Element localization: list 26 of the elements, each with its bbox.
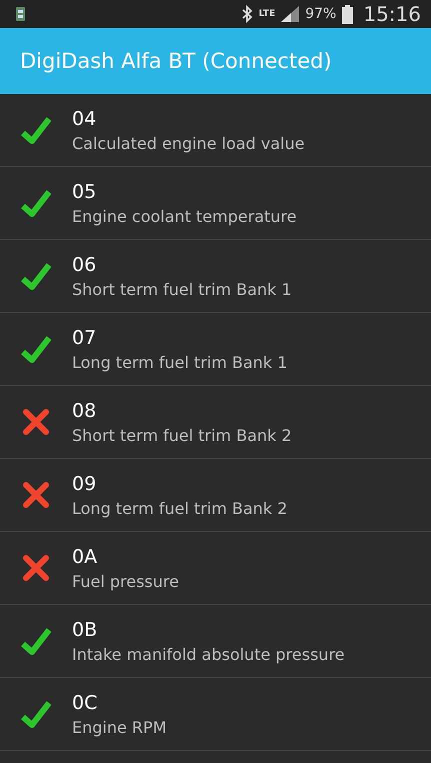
- pid-code: 09: [72, 472, 98, 494]
- signal-icon: [281, 6, 300, 22]
- pid-name: Short term fuel trim Bank 1: [72, 280, 292, 298]
- clock: 15:16: [363, 2, 421, 26]
- pid-code: 04: [72, 108, 98, 130]
- pid-name: Engine RPM: [72, 718, 166, 736]
- battery-percent: 97%: [305, 6, 336, 22]
- pid-name: Intake manifold absolute pressure: [72, 644, 345, 664]
- sim-icon: [16, 7, 25, 21]
- pid-name: Calculated engine load value: [72, 134, 305, 152]
- battery-icon: [342, 4, 354, 24]
- pid-name: Long term fuel trim Bank 1: [72, 352, 288, 372]
- pid-code: 08: [72, 400, 98, 422]
- pid-name: Short term fuel trim Bank 2: [72, 426, 292, 444]
- pid-code: 07: [72, 326, 98, 348]
- network-type: LTE: [258, 10, 276, 18]
- pid-code: 0A: [72, 546, 98, 568]
- pid-code: 05: [72, 180, 98, 202]
- bluetooth-icon: [240, 5, 253, 23]
- pid-name: Long term fuel trim Bank 2: [72, 498, 288, 518]
- pid-code: 0C: [72, 692, 98, 714]
- pid-name: Engine coolant temperature: [72, 206, 297, 226]
- pid-code: 06: [72, 254, 98, 276]
- pid-name: Fuel pressure: [72, 572, 179, 590]
- app-title: DigiDash Alfa BT (Connected): [20, 49, 332, 73]
- pid-code: 0B: [72, 618, 98, 640]
